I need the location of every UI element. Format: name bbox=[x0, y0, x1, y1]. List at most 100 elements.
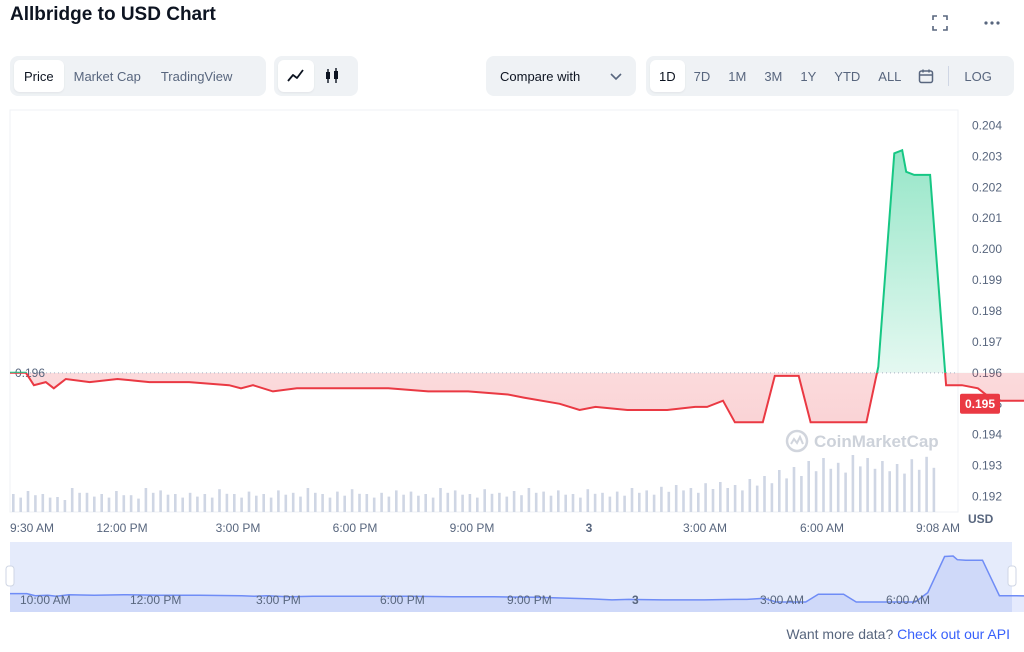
volume-bar bbox=[461, 494, 464, 512]
volume-bar bbox=[800, 476, 803, 512]
volume-bar bbox=[63, 500, 67, 512]
navigator-tick-label: 3:00 AM bbox=[760, 593, 804, 607]
volume-bar bbox=[122, 495, 126, 512]
volume-bar bbox=[881, 461, 884, 512]
volume-bar bbox=[630, 488, 634, 512]
navigator-handle-right[interactable] bbox=[1007, 565, 1017, 587]
volume-bar bbox=[571, 494, 575, 512]
volume-bar bbox=[608, 496, 612, 512]
volume-bar bbox=[336, 491, 339, 512]
y-tick-label: 0.200 bbox=[972, 242, 1002, 256]
volume-bar bbox=[196, 496, 199, 512]
volume-bar bbox=[512, 491, 516, 512]
volume-bar bbox=[181, 497, 184, 512]
volume-bar bbox=[299, 496, 302, 512]
volume-bar bbox=[291, 492, 295, 512]
volume-bar bbox=[34, 495, 37, 512]
volume-bar bbox=[380, 492, 383, 512]
volume-bar bbox=[358, 493, 361, 512]
volume-bar bbox=[564, 494, 567, 512]
volume-bar bbox=[726, 488, 729, 512]
navigator-tick-label: 9:00 PM bbox=[507, 593, 552, 607]
y-tick-label: 0.204 bbox=[972, 118, 1002, 132]
volume-bar bbox=[188, 492, 192, 512]
volume-bar bbox=[284, 494, 288, 512]
volume-bar bbox=[844, 472, 847, 512]
volume-bar bbox=[107, 497, 111, 512]
x-tick-label: 12:00 PM bbox=[96, 521, 147, 535]
volume-bar bbox=[343, 495, 346, 512]
volume-bar bbox=[85, 492, 89, 512]
volume-bar bbox=[601, 492, 604, 512]
volume-bar bbox=[247, 491, 251, 512]
y-tick-label: 0.201 bbox=[972, 211, 1002, 225]
volume-bar bbox=[129, 495, 133, 512]
navigator-handle-left[interactable] bbox=[5, 565, 15, 587]
volume-bar bbox=[792, 467, 796, 512]
volume-bar bbox=[859, 466, 862, 512]
volume-bar bbox=[623, 495, 626, 512]
plot-frame bbox=[9, 109, 959, 513]
volume-bar bbox=[579, 497, 582, 512]
volume-bar bbox=[520, 495, 523, 512]
volume-bar bbox=[262, 494, 265, 512]
footer-text: Want more data? bbox=[786, 626, 894, 642]
volume-bar bbox=[100, 494, 103, 512]
volume-bar bbox=[365, 494, 369, 512]
volume-bar bbox=[439, 488, 442, 512]
volume-bar bbox=[56, 497, 59, 512]
volume-bar bbox=[372, 497, 376, 512]
volume-bar bbox=[453, 490, 457, 512]
volume-bar bbox=[446, 492, 450, 512]
volume-bar bbox=[527, 488, 531, 512]
volume-bar bbox=[159, 490, 162, 512]
volume-bar bbox=[932, 467, 936, 512]
volume-bar bbox=[719, 482, 722, 512]
x-tick-label: 3:00 AM bbox=[683, 521, 727, 535]
volume-bar bbox=[41, 494, 45, 512]
volume-bar bbox=[144, 488, 148, 512]
price-chart[interactable]: 0.204 0.203 0.202 0.201 0.200 0.199 0.198 0.197… bbox=[0, 0, 1024, 652]
volume-bar bbox=[903, 473, 906, 512]
volume-bar bbox=[431, 497, 435, 512]
x-tick-label: 9:00 PM bbox=[450, 521, 495, 535]
navigator-tick-label: 3:00 PM bbox=[256, 593, 301, 607]
volume-bar bbox=[483, 489, 486, 512]
volume-bar bbox=[409, 491, 413, 512]
volume-bar bbox=[225, 493, 229, 512]
volume-bar bbox=[660, 486, 663, 512]
volume-bar bbox=[925, 456, 928, 512]
volume-bar bbox=[314, 492, 317, 512]
volume-bar bbox=[402, 494, 405, 512]
volume-bar bbox=[829, 468, 833, 512]
current-price-label: 0.195 bbox=[965, 397, 995, 411]
volume-bar bbox=[593, 493, 597, 512]
x-tick-label: 9:08 AM bbox=[916, 521, 960, 535]
volume-bar bbox=[615, 491, 619, 512]
volume-bar bbox=[233, 494, 236, 512]
volume-bar bbox=[468, 494, 472, 512]
volume-bar bbox=[174, 494, 177, 512]
volume-bar bbox=[498, 492, 501, 512]
volume-bar bbox=[652, 494, 656, 512]
volume-bar bbox=[78, 492, 81, 512]
volume-bar bbox=[851, 455, 855, 512]
volume-bar bbox=[755, 485, 759, 512]
navigator-tick-label: 6:00 PM bbox=[380, 593, 425, 607]
volume-bar bbox=[137, 498, 140, 512]
volume-bar bbox=[711, 489, 715, 512]
volume-bar bbox=[557, 490, 560, 512]
volume-bar bbox=[741, 490, 744, 512]
volume-bar bbox=[203, 494, 207, 512]
watermark-text: CoinMarketCap bbox=[814, 432, 939, 451]
x-tick-label: 3 bbox=[586, 521, 593, 535]
x-tick-label: 3:00 PM bbox=[216, 521, 261, 535]
volume-bar bbox=[269, 497, 273, 512]
volume-bar bbox=[395, 490, 398, 512]
volume-bar bbox=[328, 497, 332, 512]
volume-bar bbox=[822, 458, 825, 512]
api-link[interactable]: Check out our API bbox=[897, 626, 1010, 642]
volume-bar bbox=[748, 479, 752, 512]
volume-bar bbox=[778, 470, 781, 512]
volume-bar bbox=[674, 485, 678, 512]
